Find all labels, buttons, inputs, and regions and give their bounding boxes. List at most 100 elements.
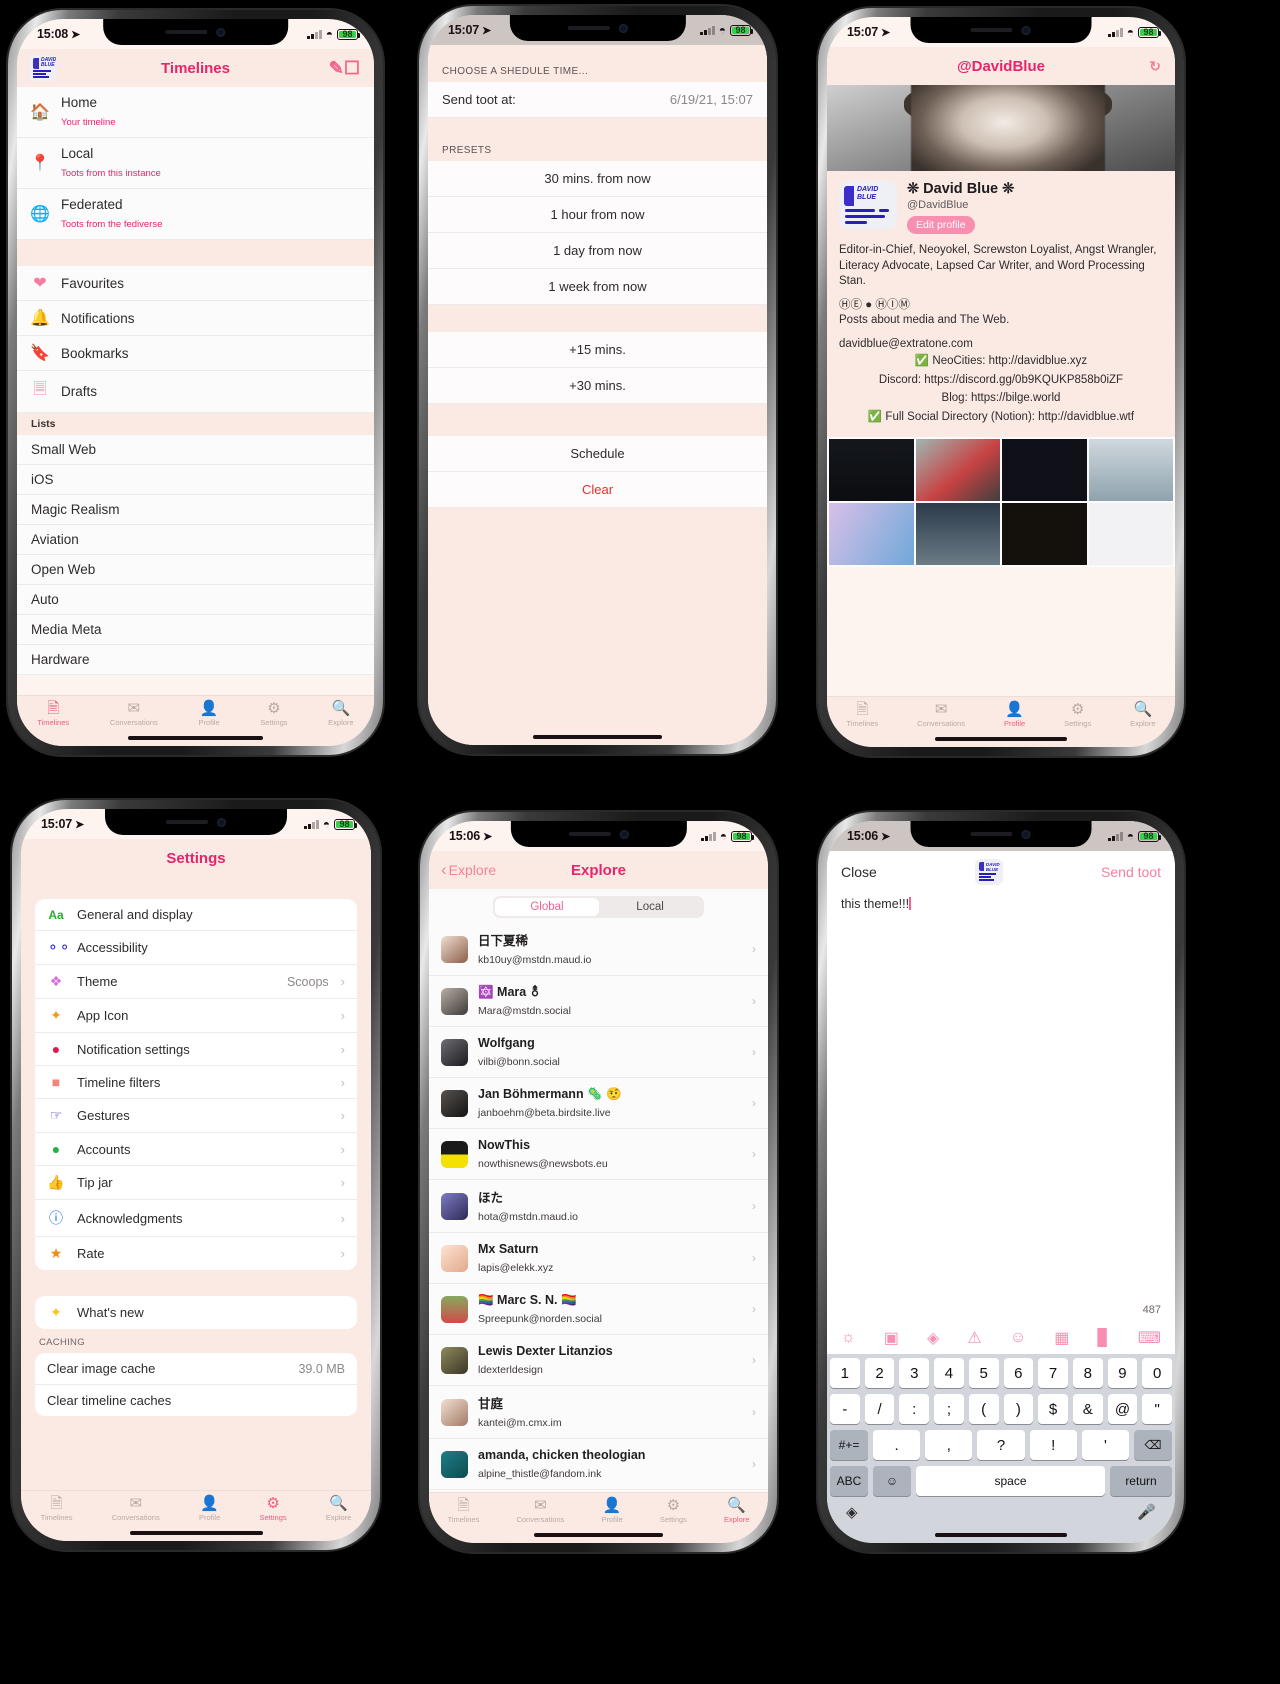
increment-15-mins[interactable]: +15 mins. xyxy=(428,332,767,368)
key-0[interactable]: 0 xyxy=(1142,1358,1173,1388)
key-7[interactable]: 7 xyxy=(1038,1358,1068,1388)
key-9[interactable]: 9 xyxy=(1107,1358,1138,1388)
timeline-item-home[interactable]: 🏠 Home Your timeline xyxy=(17,87,374,138)
setting-general-and-display[interactable]: Aa General and display xyxy=(35,899,357,931)
home-indicator[interactable] xyxy=(827,1527,1175,1543)
user-row[interactable]: 🔯 Mara ⚨ Mara@mstdn.social › xyxy=(429,976,768,1027)
segment-global[interactable]: Global xyxy=(495,898,599,916)
setting-notification-settings[interactable]: ● Notification settings › xyxy=(35,1033,357,1066)
tab-conversations[interactable]: ✉ Conversations xyxy=(110,701,158,727)
home-indicator[interactable] xyxy=(429,1527,768,1543)
list-item[interactable]: iOS xyxy=(17,465,374,495)
tab-profile[interactable]: 👤 Profile xyxy=(1004,702,1025,728)
tab-timelines[interactable]: 🗎 Timelines xyxy=(37,701,69,727)
key-paren-open[interactable]: ( xyxy=(968,1394,999,1424)
shortcut-drafts[interactable]: 🗏 Drafts xyxy=(17,371,374,413)
media-thumbnail[interactable] xyxy=(915,503,1000,566)
schedule-button[interactable]: Schedule xyxy=(428,436,767,472)
key-4[interactable]: 4 xyxy=(934,1358,964,1388)
key-dollar[interactable]: $ xyxy=(1038,1394,1068,1424)
tab-explore[interactable]: 🔍 Explore xyxy=(326,1496,351,1522)
media-thumbnail[interactable] xyxy=(829,503,914,566)
preset-1-hour[interactable]: 1 hour from now xyxy=(428,197,767,233)
microphone-icon[interactable]: 🎤 xyxy=(1137,1503,1156,1521)
key-quote[interactable]: " xyxy=(1142,1394,1173,1424)
list-item[interactable]: Open Web xyxy=(17,555,374,585)
setting-tip-jar[interactable]: 👍 Tip jar › xyxy=(35,1166,357,1200)
setting-accounts[interactable]: ● Accounts › xyxy=(35,1133,357,1166)
tab-conversations[interactable]: ✉ Conversations xyxy=(112,1496,160,1522)
media-thumbnail[interactable] xyxy=(1088,439,1173,502)
list-item[interactable]: Small Web xyxy=(17,435,374,465)
tab-timelines[interactable]: 🗎 Timelines xyxy=(448,1498,480,1524)
calendar-icon[interactable]: ▦ xyxy=(1054,1328,1069,1348)
emoji-icon[interactable]: ☺ xyxy=(1010,1329,1026,1347)
bio-link[interactable]: ✅ Full Social Directory (Notion): http:/… xyxy=(839,410,1163,426)
refresh-icon[interactable]: ↻ xyxy=(1149,58,1161,75)
camera-icon[interactable]: ☼ xyxy=(841,1329,856,1347)
media-thumbnail[interactable] xyxy=(829,439,914,502)
media-thumbnail[interactable] xyxy=(915,439,1000,502)
list-item[interactable]: Media Meta xyxy=(17,615,374,645)
media-thumbnail[interactable] xyxy=(1088,503,1173,566)
key-ampersand[interactable]: & xyxy=(1072,1394,1103,1424)
bio-link[interactable]: Blog: https://bilge.world xyxy=(839,391,1163,407)
key-8[interactable]: 8 xyxy=(1072,1358,1103,1388)
key-space[interactable]: space xyxy=(916,1466,1105,1496)
timeline-item-federated[interactable]: 🌐 Federated Toots from the fediverse xyxy=(17,189,374,240)
preset-30-mins[interactable]: 30 mins. from now xyxy=(428,161,767,197)
shortcut-notifications[interactable]: 🔔 Notifications xyxy=(17,301,374,336)
preset-1-week[interactable]: 1 week from now xyxy=(428,269,767,305)
user-row[interactable]: 日下夏稀 kb10uy@mstdn.maud.io › xyxy=(429,923,768,976)
home-indicator[interactable] xyxy=(428,729,767,745)
user-row[interactable]: 🏳️‍🌈 Marc S. N. 🏳️‍🌈 Spreepunk@norden.soc… xyxy=(429,1284,768,1335)
setting-accessibility[interactable]: ⚬⚬ Accessibility xyxy=(35,931,357,965)
send-at-value[interactable]: 6/19/21, 15:07 xyxy=(670,92,753,107)
user-row[interactable]: 甘庭 kantei@m.cmx.im › xyxy=(429,1386,768,1439)
user-row[interactable]: NowThis nowthisnews@newsbots.eu › xyxy=(429,1129,768,1180)
content-warning-icon[interactable]: ⚠ xyxy=(967,1328,981,1348)
clear-button[interactable]: Clear xyxy=(428,472,767,508)
tab-profile[interactable]: 👤 Profile xyxy=(601,1498,622,1524)
bio-link[interactable]: ✅ NeoCities: http://davidblue.xyz xyxy=(839,354,1163,370)
key-slash[interactable]: / xyxy=(864,1394,895,1424)
home-indicator[interactable] xyxy=(21,1525,371,1541)
clear-image-cache-row[interactable]: Clear image cache 39.0 MB xyxy=(35,1353,357,1385)
key-exclamation[interactable]: ! xyxy=(1029,1430,1077,1460)
list-item[interactable]: Auto xyxy=(17,585,374,615)
segment-local[interactable]: Local xyxy=(599,898,702,916)
tab-timelines[interactable]: 🗎 Timelines xyxy=(846,702,878,728)
tab-explore[interactable]: 🔍 Explore xyxy=(328,701,353,727)
home-indicator[interactable] xyxy=(17,730,374,746)
home-indicator[interactable] xyxy=(827,731,1175,747)
key-colon[interactable]: : xyxy=(899,1394,930,1424)
list-item[interactable]: Magic Realism xyxy=(17,495,374,525)
key-return[interactable]: return xyxy=(1110,1466,1172,1496)
key-1[interactable]: 1 xyxy=(829,1358,860,1388)
send-at-row[interactable]: Send toot at: 6/19/21, 15:07 xyxy=(428,82,767,118)
keyboard-icon[interactable]: ⌨ xyxy=(1138,1328,1161,1348)
key-hyphen[interactable]: - xyxy=(829,1394,860,1424)
media-thumbnail[interactable] xyxy=(1002,503,1087,566)
tab-explore[interactable]: 🔍 Explore xyxy=(724,1498,749,1524)
tab-explore[interactable]: 🔍 Explore xyxy=(1130,702,1155,728)
media-thumbnail[interactable] xyxy=(1002,439,1087,502)
avatar[interactable]: DAVID BLUE xyxy=(839,181,897,229)
preset-1-day[interactable]: 1 day from now xyxy=(428,233,767,269)
key-abc[interactable]: ABC xyxy=(830,1466,868,1496)
shortcut-bookmarks[interactable]: 🔖 Bookmarks xyxy=(17,336,374,371)
key-at[interactable]: @ xyxy=(1107,1394,1138,1424)
tab-profile[interactable]: 👤 Profile xyxy=(199,1496,220,1522)
clear-timeline-caches-row[interactable]: Clear timeline caches xyxy=(35,1385,357,1416)
globe-icon[interactable]: ◈ xyxy=(927,1328,939,1348)
key-period[interactable]: . xyxy=(873,1430,921,1460)
send-toot-button[interactable]: Send toot xyxy=(1101,864,1161,880)
user-row[interactable]: Mx Saturn lapis@elekk.xyz › xyxy=(429,1233,768,1284)
setting-rate[interactable]: ★ Rate › xyxy=(35,1237,357,1270)
setting-app-icon[interactable]: ✦ App Icon › xyxy=(35,999,357,1033)
tab-timelines[interactable]: 🗎 Timelines xyxy=(41,1496,73,1522)
key-semicolon[interactable]: ; xyxy=(934,1394,964,1424)
tab-settings[interactable]: ⚙ Settings xyxy=(260,701,287,727)
setting-acknowledgments[interactable]: ⓘ Acknowledgments › xyxy=(35,1200,357,1237)
key-comma[interactable]: , xyxy=(925,1430,973,1460)
